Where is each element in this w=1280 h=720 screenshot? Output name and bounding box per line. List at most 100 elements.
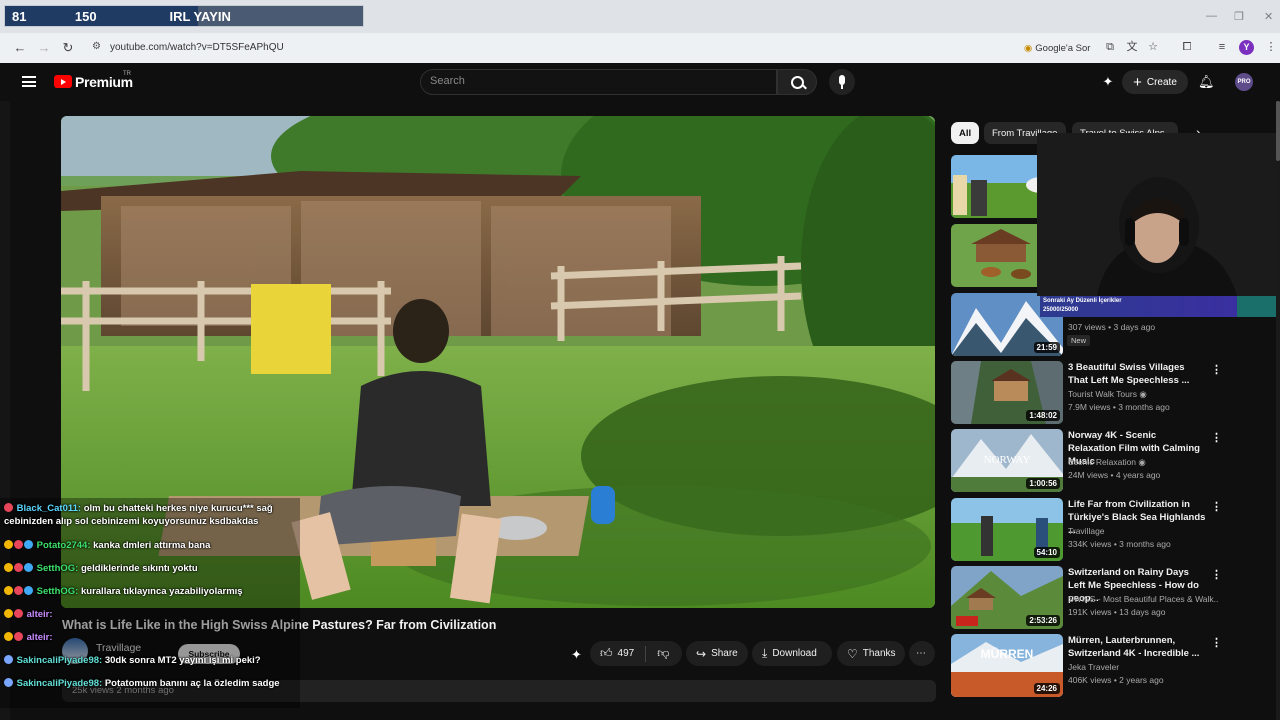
site-info-icon[interactable]: ⚙ [92, 41, 101, 52]
dislike-icon[interactable]: 👎︎ [657, 646, 669, 661]
bookmark-star-icon[interactable]: ☆ [1147, 41, 1159, 53]
browser-menu-icon[interactable]: ⋮ [1265, 41, 1277, 53]
murren-thumb-text: MÜRREN [981, 646, 1034, 661]
account-avatar[interactable]: PRO [1235, 73, 1253, 91]
rec-thumbnail[interactable]: 54:10 [951, 498, 1063, 561]
rec-title[interactable]: 3 Beautiful Swiss Villages That Left Me … [1068, 361, 1206, 387]
stream-goal-current: 81 [12, 8, 27, 24]
search-button[interactable] [777, 69, 817, 95]
ask-google-button[interactable]: ◉ Google'a Sor [1024, 40, 1090, 56]
maximize-icon[interactable]: ❐ [1234, 10, 1244, 23]
cube-badge-icon [24, 586, 33, 595]
rec-item-7[interactable]: 2:53:26 Switzerland on Rainy Days Left M… [951, 566, 1222, 630]
like-icon[interactable]: 👍︎ [600, 646, 613, 661]
rec-item-6[interactable]: 54:10 Life Far from Civilization in Türk… [951, 498, 1222, 562]
stream-goal-bar: 81 IRL YAYIN 150 [4, 5, 364, 27]
more-actions-button[interactable]: ⋯ [909, 641, 935, 666]
new-badge: New [1067, 335, 1091, 346]
gift-icon[interactable]: ✦ [1100, 74, 1116, 90]
rec-item-5[interactable]: NORWAY 1:00:56 Norway 4K - Scenic Relaxa… [951, 429, 1222, 493]
create-button[interactable]: + Create [1122, 70, 1188, 94]
rec-channel[interactable]: Tourist Walk Tours ◉ [1068, 389, 1218, 400]
rec-item-8[interactable]: MÜRREN 24:26 Mürren, Lauterbrunnen, Swit… [951, 634, 1222, 698]
rec-thumbnail[interactable]: 1:48:02 [951, 361, 1063, 424]
rec-channel[interactable]: Travillage [1068, 526, 1218, 536]
thanks-icon: ♡ [847, 646, 858, 661]
rec-meta: 24M views • 4 years ago [1068, 470, 1161, 480]
stream-goal-target: 150 [74, 8, 97, 24]
rec-duration: 2:53:26 [1026, 615, 1060, 626]
rec-channel[interactable]: SWISS - Most Beautiful Places & Walk... [1068, 594, 1218, 604]
rec-menu-icon[interactable]: ⋮ [1211, 568, 1222, 581]
rec-menu-icon[interactable]: ⋮ [1211, 500, 1222, 513]
page-scrollbar[interactable] [1276, 101, 1280, 720]
rec-thumbnail[interactable]: 2:53:26 [951, 566, 1063, 629]
thanks-label: Thanks [862, 648, 896, 659]
ai-sparkle-icon[interactable]: ✦ [571, 647, 582, 663]
voice-search-icon[interactable] [829, 69, 855, 95]
close-icon[interactable]: ✕ [1264, 10, 1273, 23]
heart-badge-icon [14, 609, 23, 618]
translate-icon[interactable]: 文 [1126, 41, 1138, 53]
rec-meta: 191K views • 13 days ago [1068, 607, 1166, 617]
install-icon[interactable]: ⧉ [1104, 41, 1116, 53]
chat-message: alteir: [4, 632, 296, 645]
forward-icon[interactable]: → [36, 40, 52, 56]
chip-all[interactable]: All [951, 122, 980, 144]
verified-icon: ◉ [1138, 457, 1146, 467]
rec-duration: 1:48:02 [1026, 410, 1060, 421]
download-label: Download [772, 648, 817, 659]
rec-channel[interactable]: Scenic Relaxation ◉ [1068, 457, 1218, 468]
rec-thumbnail[interactable]: NORWAY 1:00:56 [951, 429, 1063, 492]
rec-thumbnail[interactable]: MÜRREN 24:26 [951, 634, 1063, 697]
download-button[interactable]: ⤓ Download [752, 641, 832, 666]
notifications-bell-icon[interactable]: 🔔︎ [1198, 74, 1215, 90]
rec-duration: 54:10 [1033, 547, 1060, 558]
rec-meta: 307 views • 3 days ago [1068, 322, 1156, 332]
cube-badge-icon [24, 563, 33, 572]
youtube-logo-icon[interactable] [54, 75, 72, 88]
norway-thumb-text: NORWAY [984, 454, 1031, 466]
cube-badge-icon [24, 540, 33, 549]
rec-meta: 406K views • 2 years ago [1068, 675, 1164, 685]
goal-count: 25000/25000 [1043, 307, 1079, 313]
stream-goal-title: IRL YAYIN [169, 8, 231, 24]
page-scrollbar-thumb[interactable] [1276, 101, 1280, 161]
like-dislike-group: 👍︎ 497 👎︎ [590, 641, 682, 666]
rec-title[interactable]: Mürren, Lauterbrunnen, Switzerland 4K - … [1068, 634, 1206, 660]
chat-message: Potato2744: kanka dmleri attırma bana [4, 540, 296, 553]
search-input[interactable] [420, 69, 777, 95]
like-count[interactable]: 497 [618, 648, 635, 659]
reading-list-icon[interactable]: ≡ [1216, 41, 1228, 53]
rec-menu-icon[interactable]: ⋮ [1211, 636, 1222, 649]
chat-message: SakincaliPiyade98: Potatomum banını aç l… [4, 678, 296, 691]
extensions-icon[interactable]: ⧠ [1181, 41, 1193, 53]
back-icon[interactable]: ← [12, 40, 28, 56]
reload-icon[interactable]: ↻ [60, 40, 76, 56]
thanks-button[interactable]: ♡ Thanks [837, 641, 905, 666]
heart-badge-icon [4, 503, 13, 512]
minimize-icon[interactable]: — [1206, 10, 1217, 22]
hamburger-menu-icon[interactable] [22, 76, 36, 87]
google-lens-icon: ◉ [1024, 42, 1033, 54]
subscriber-goal-accent [1237, 296, 1280, 317]
goal-title: Sonraki Ay Düzenli İçerikler [1043, 298, 1122, 304]
rec-channel[interactable]: Jeka Traveler [1068, 662, 1218, 672]
rec-menu-icon[interactable]: ⋮ [1211, 431, 1222, 444]
streamer-webcam [1037, 133, 1280, 296]
flame-badge-icon [4, 655, 13, 664]
chat-message: SetthOG: geldiklerinde sıkıntı yoktu [4, 563, 296, 576]
flame-badge-icon [4, 678, 13, 687]
url-field[interactable]: youtube.com/watch?v=DT5SFeAPhQU [110, 42, 284, 53]
rec-item-4[interactable]: 1:48:02 3 Beautiful Swiss Villages That … [951, 361, 1222, 425]
rec-meta: 334K views • 3 months ago [1068, 539, 1171, 549]
share-icon: ↪ [696, 646, 707, 661]
like-divider [645, 645, 647, 662]
rec-meta: 7.9M views • 3 months ago [1068, 402, 1170, 412]
heart-badge-icon [14, 540, 23, 549]
rec-duration: 1:00:56 [1026, 478, 1060, 489]
profile-avatar[interactable]: Y [1239, 40, 1254, 55]
download-icon: ⤓ [762, 646, 768, 660]
rec-menu-icon[interactable]: ⋮ [1211, 363, 1222, 376]
share-button[interactable]: ↪ Share [686, 641, 748, 666]
